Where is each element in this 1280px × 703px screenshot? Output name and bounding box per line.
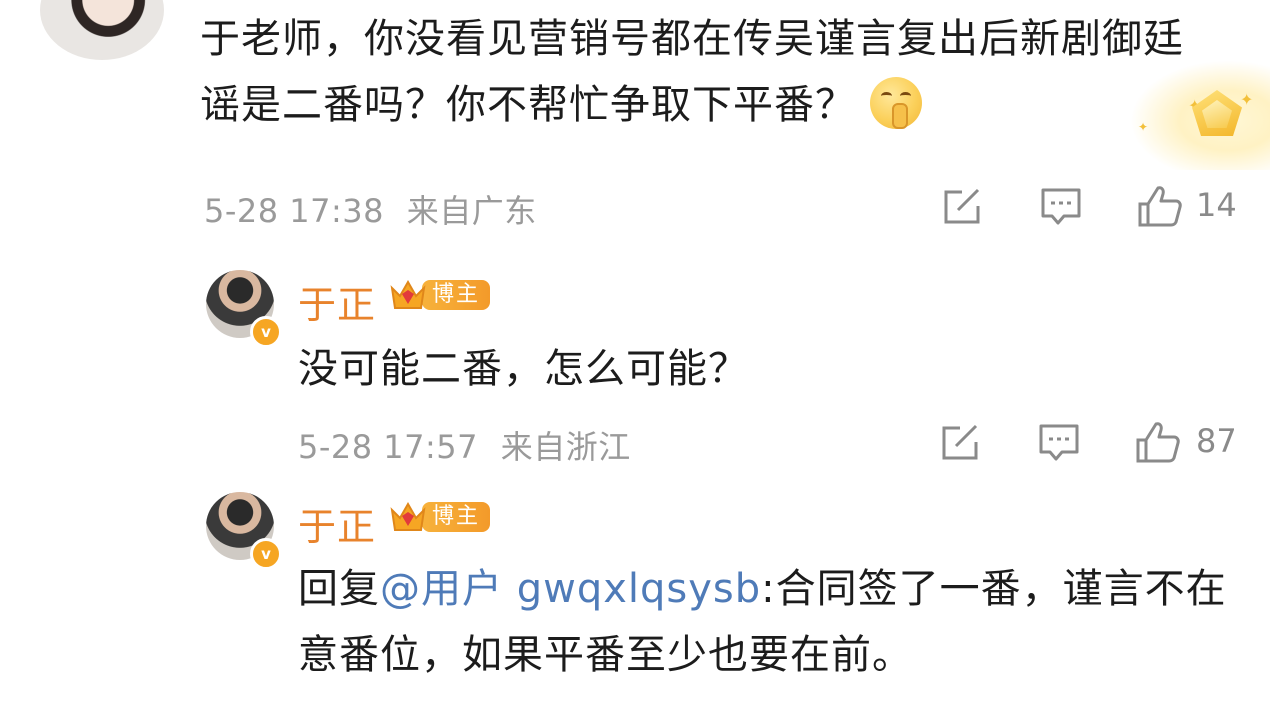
reply-text: 回复@用户 gwqxlqsysb:合同签了一番，谨言不在意番位，如果平番至少也要…: [298, 556, 1228, 688]
comment-text-content: 于老师，你没看见营销号都在传吴谨言复出后新剧御廷谣是二番吗？你不帮忙争取下平番？: [200, 16, 1184, 128]
host-badge: 博主: [388, 278, 491, 312]
reply-forward-button[interactable]: [940, 422, 982, 462]
comment-icon: [1041, 188, 1081, 225]
reply-like-count: 87: [1196, 422, 1237, 460]
host-badge-label: 博主: [422, 502, 491, 532]
reply-location: 来自浙江: [500, 428, 631, 466]
thumbs-up-icon: [1138, 186, 1182, 227]
reply-like-button[interactable]: [1134, 420, 1182, 464]
reply-meta: 5-28 17:57 来自浙江: [298, 422, 631, 468]
host-badge: 博主: [388, 500, 491, 534]
crown-icon: [388, 500, 428, 534]
reply-text: 没可能二番，怎么可能？: [298, 346, 749, 392]
commenter-avatar[interactable]: [40, 0, 164, 60]
like-button[interactable]: [1136, 184, 1184, 228]
reply-author-name[interactable]: 于正: [298, 496, 376, 551]
forward-button[interactable]: [942, 186, 984, 226]
like-count: 14: [1196, 186, 1237, 224]
reply-author-name[interactable]: 于正: [298, 274, 376, 329]
thumbs-up-icon: [1136, 422, 1180, 463]
comment-text: 于老师，你没看见营销号都在传吴谨言复出后新剧御廷谣是二番吗？你不帮忙争取下平番？: [200, 6, 1210, 138]
reply-button[interactable]: [1040, 186, 1082, 226]
verified-badge-icon: v: [250, 538, 282, 570]
comment-meta: 5-28 17:38 来自广东: [204, 186, 537, 232]
crown-icon: [388, 278, 428, 312]
reply-comment-button[interactable]: [1038, 422, 1080, 462]
share-edit-icon: [942, 424, 978, 460]
share-edit-icon: [944, 188, 980, 224]
user-mention-link[interactable]: @用户 gwqxlqsysb: [380, 566, 761, 612]
comment-location: 来自广东: [406, 192, 537, 230]
comment-time: 5-28 17:38: [204, 192, 385, 230]
reply-prefix: 回复: [298, 566, 380, 612]
host-badge-label: 博主: [422, 280, 491, 310]
shushing-face-emoji-icon: [870, 77, 922, 129]
verified-badge-icon: v: [250, 316, 282, 348]
reply-time: 5-28 17:57: [298, 428, 479, 466]
fan-badge-decoration-icon: ✦ ✦ ✦: [1130, 60, 1270, 170]
comment-icon: [1039, 424, 1079, 461]
